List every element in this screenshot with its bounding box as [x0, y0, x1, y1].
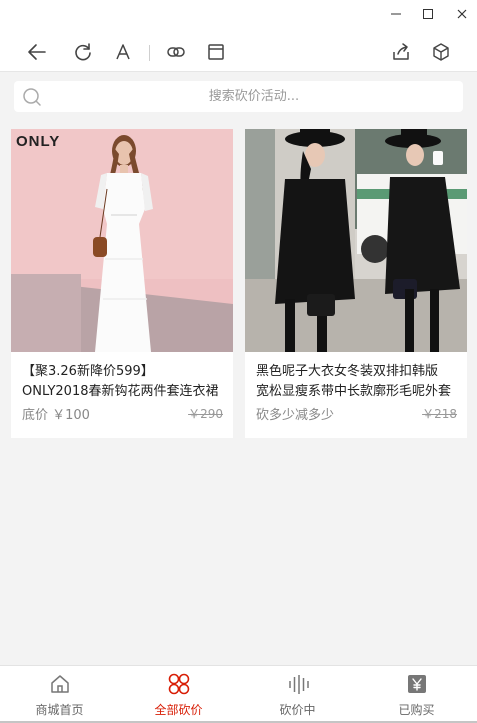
- search-icon: [23, 88, 41, 106]
- tab-home[interactable]: 商城首页: [0, 666, 119, 723]
- maximize-button[interactable]: [411, 0, 445, 28]
- miniprogram-button[interactable]: [429, 40, 453, 64]
- product-title-line2: ONLY2018春新钩花两件套连衣裙: [22, 384, 219, 399]
- share-button[interactable]: [389, 40, 413, 64]
- product-price: 底价 ￥100: [22, 408, 90, 423]
- tab-purchased[interactable]: 已购买: [357, 666, 476, 723]
- tab-label: 全部砍价: [154, 703, 203, 717]
- refresh-icon: [75, 43, 91, 61]
- product-title-line1: 【聚3.26新降价599】: [22, 364, 154, 379]
- product-image: [245, 129, 467, 352]
- bars-icon: [286, 672, 310, 696]
- cube-icon: [433, 43, 449, 61]
- product-title: 黑色呢子大衣女冬装双排扣韩版 宽松显瘦系带中长款廓形毛呢外套: [256, 362, 459, 402]
- search-input[interactable]: [54, 81, 454, 112]
- font-size-button[interactable]: [111, 40, 135, 64]
- arrow-left-icon: [28, 44, 46, 60]
- refresh-button[interactable]: [71, 40, 95, 64]
- bottom-tab-bar: 商城首页 全部砍价 砍价中 已购买: [0, 665, 477, 723]
- product-title-line2: 宽松显瘦系带中长款廓形毛呢外套: [256, 384, 452, 399]
- page-content: ONLY 【聚3.26新降价599】 ONLY2018春新钩花两件套连衣裙 底价…: [0, 72, 477, 665]
- tab-label: 已购买: [398, 703, 435, 717]
- tab-all-bargains[interactable]: 全部砍价: [119, 666, 238, 723]
- close-button[interactable]: [445, 0, 477, 28]
- grid-icon: [167, 672, 191, 696]
- tab-label: 砍价中: [279, 703, 316, 717]
- search-bar[interactable]: [14, 81, 463, 112]
- share-icon: [393, 43, 409, 60]
- product-image: ONLY: [11, 129, 233, 352]
- minimize-icon: [391, 13, 401, 15]
- tab-label: 商城首页: [35, 703, 84, 717]
- maximize-icon: [423, 9, 433, 19]
- product-title-line1: 黑色呢子大衣女冬装双排扣韩版: [256, 364, 439, 379]
- font-a-icon: [116, 44, 130, 60]
- product-original-price: ￥218: [422, 407, 457, 421]
- product-card[interactable]: ONLY 【聚3.26新降价599】 ONLY2018春新钩花两件套连衣裙 底价…: [11, 129, 233, 438]
- copy-link-button[interactable]: [164, 40, 188, 64]
- back-button[interactable]: [25, 40, 49, 64]
- window-icon: [208, 44, 224, 60]
- home-icon: [48, 672, 72, 696]
- tab-bargaining[interactable]: 砍价中: [238, 666, 357, 723]
- yen-icon: [405, 672, 429, 696]
- product-card[interactable]: 黑色呢子大衣女冬装双排扣韩版 宽松显瘦系带中长款廓形毛呢外套 砍多少减多少 ￥2…: [245, 129, 467, 438]
- toolbar-divider: [149, 45, 150, 61]
- browser-toolbar: [0, 32, 477, 72]
- product-title: 【聚3.26新降价599】 ONLY2018春新钩花两件套连衣裙: [22, 362, 225, 402]
- close-icon: [457, 9, 467, 19]
- brand-logo: ONLY: [16, 133, 61, 150]
- title-bar: [0, 0, 477, 28]
- product-price: 砍多少减多少: [256, 408, 335, 423]
- minimize-button[interactable]: [379, 0, 413, 28]
- link-icon: [167, 47, 185, 57]
- product-original-price: ￥290: [188, 407, 223, 421]
- open-window-button[interactable]: [204, 40, 228, 64]
